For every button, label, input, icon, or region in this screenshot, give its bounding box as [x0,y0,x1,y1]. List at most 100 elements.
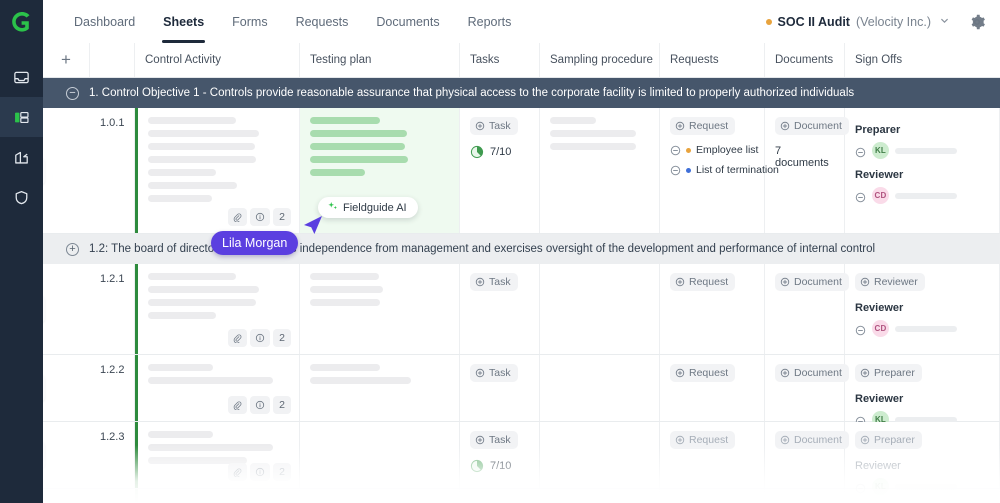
cell-sampling-procedure[interactable] [540,422,660,488]
table-row[interactable]: 1.2.1 2 Task Request Document Reviewer R… [43,264,1000,355]
cell-testing-plan[interactable] [300,355,460,421]
fieldguide-ai-badge[interactable]: Fieldguide AI [318,197,418,218]
request-item[interactable]: Employee list [670,144,758,156]
add-preparer-button[interactable]: Preparer [855,499,908,503]
comment-count-chip[interactable]: 2 [273,208,291,226]
rail-item-engagements[interactable] [0,137,43,177]
cell-tasks[interactable]: Task [460,489,540,503]
cell-testing-plan[interactable] [300,489,460,503]
column-header-requests[interactable]: Requests [660,43,765,77]
table-row[interactable]: 1.0.1 2 Task 7/10 Request Employee list … [43,108,1000,234]
add-reviewer-button[interactable]: Reviewer [855,273,925,291]
cell-control-activity[interactable] [135,489,300,503]
avatar[interactable]: KL [872,142,889,159]
request-item[interactable]: List of termination [670,164,779,176]
add-request-button[interactable]: Request [670,431,736,449]
row-settings-gear-icon[interactable] [43,295,45,323]
cell-documents[interactable]: Document [765,422,849,488]
row-settings-gear-icon[interactable] [43,441,45,469]
rail-item-inbox[interactable] [0,57,43,97]
add-task-button[interactable]: Task [470,431,518,449]
signoff-assignee-row[interactable]: CD [855,187,990,204]
cell-documents[interactable]: Document [765,264,849,354]
add-request-button[interactable]: Request [670,273,736,291]
comment-count-chip[interactable]: 2 [273,329,291,347]
signoff-assignee-row[interactable]: KL [855,142,990,159]
column-header-documents[interactable]: Documents [765,43,845,77]
section-header-control-objective-1[interactable]: − 1. Control Objective 1 - Controls prov… [43,78,1000,108]
add-document-button[interactable]: Document [775,117,849,135]
column-header-sign-offs[interactable]: Sign Offs [845,43,1000,77]
cell-sampling-procedure[interactable] [540,355,660,421]
add-task-button[interactable]: Task [470,117,518,135]
info-icon[interactable] [250,329,270,347]
cell-documents[interactable]: Document 7 documents [765,108,849,233]
cell-sign-offs[interactable]: Preparer KL Reviewer CD [845,108,1000,233]
cell-control-activity[interactable]: 2 [135,355,300,421]
table-row[interactable]: Task Request Document Preparer [43,489,1000,503]
add-task-button[interactable]: Task [470,273,518,291]
info-icon[interactable] [250,208,270,226]
add-document-button[interactable]: Document [775,499,835,503]
add-preparer-button[interactable]: Preparer [855,364,922,382]
cell-requests[interactable]: Request [660,264,765,354]
cell-tasks[interactable]: Task 7/10 [460,422,540,488]
column-header-tasks[interactable]: Tasks [460,43,540,77]
attachment-icon[interactable] [228,208,247,226]
tab-dashboard[interactable]: Dashboard [60,0,149,43]
cell-sign-offs[interactable]: Preparer Reviewer KL [845,422,1000,495]
info-icon[interactable] [250,396,270,414]
cell-tasks[interactable]: Task [460,264,540,354]
tab-reports[interactable]: Reports [454,0,526,43]
section-collapse-icon[interactable]: − [66,86,79,100]
add-request-button[interactable]: Request [670,364,736,382]
engagement-selector[interactable]: SOC II Audit (Velocity Inc.) [765,15,950,29]
tab-forms[interactable]: Forms [218,0,281,43]
cell-requests[interactable]: Request [660,355,765,421]
cell-requests[interactable]: Request Employee list List of terminatio… [660,108,779,233]
attachment-icon[interactable] [228,396,247,414]
attachment-icon[interactable] [228,463,247,481]
rail-item-sheets[interactable] [0,97,43,137]
cell-documents[interactable]: Document [765,355,849,421]
info-icon[interactable] [250,463,270,481]
add-request-button[interactable]: Request [670,117,736,135]
column-header-control-activity[interactable]: Control Activity [135,43,300,77]
column-header-testing-plan[interactable]: Testing plan [300,43,460,77]
settings-gear-icon[interactable] [968,13,986,31]
add-document-button[interactable]: Document [775,273,849,291]
tab-documents[interactable]: Documents [362,0,453,43]
cell-control-activity[interactable]: 2 [135,108,300,233]
attachment-icon[interactable] [228,329,247,347]
add-document-button[interactable]: Document [775,364,849,382]
add-preparer-button[interactable]: Preparer [855,431,922,449]
cell-sign-offs[interactable]: Preparer Reviewer KL [845,355,1000,428]
cell-testing-plan[interactable] [300,264,460,354]
cell-sampling-procedure[interactable] [540,489,660,503]
cell-tasks[interactable]: Task [460,355,540,421]
minus-circle-icon[interactable] [855,145,866,158]
tab-requests[interactable]: Requests [282,0,363,43]
cell-sign-offs[interactable]: Reviewer Reviewer CD [845,264,1000,354]
cell-documents[interactable]: Document [765,489,845,503]
add-document-button[interactable]: Document [775,431,849,449]
table-row[interactable]: 1.2.2 2 Task Request Document Preparer R… [43,355,1000,428]
avatar[interactable]: CD [872,320,889,337]
signoff-assignee-row[interactable]: CD [855,320,990,337]
cell-tasks[interactable]: Task 7/10 [460,108,540,233]
add-request-button[interactable]: Request [670,499,722,503]
column-header-sampling-procedure[interactable]: Sampling procedure [540,43,660,77]
add-task-button[interactable]: Task [470,364,518,382]
row-settings-gear-icon[interactable] [43,374,45,402]
minus-circle-icon[interactable] [855,323,866,336]
comment-count-chip[interactable]: 2 [273,396,291,414]
cell-requests[interactable]: Request [660,422,765,488]
cell-requests[interactable]: Request [660,489,765,503]
table-row[interactable]: 1.2.3 2 Task 7/10 Request Document Prepa… [43,422,1000,495]
tab-sheets[interactable]: Sheets [149,0,218,43]
avatar[interactable]: CD [872,187,889,204]
cell-testing-plan[interactable] [300,422,460,488]
fieldguide-g-logo-icon[interactable] [9,9,35,35]
cell-sampling-procedure[interactable] [540,108,660,233]
rail-item-security[interactable] [0,177,43,217]
